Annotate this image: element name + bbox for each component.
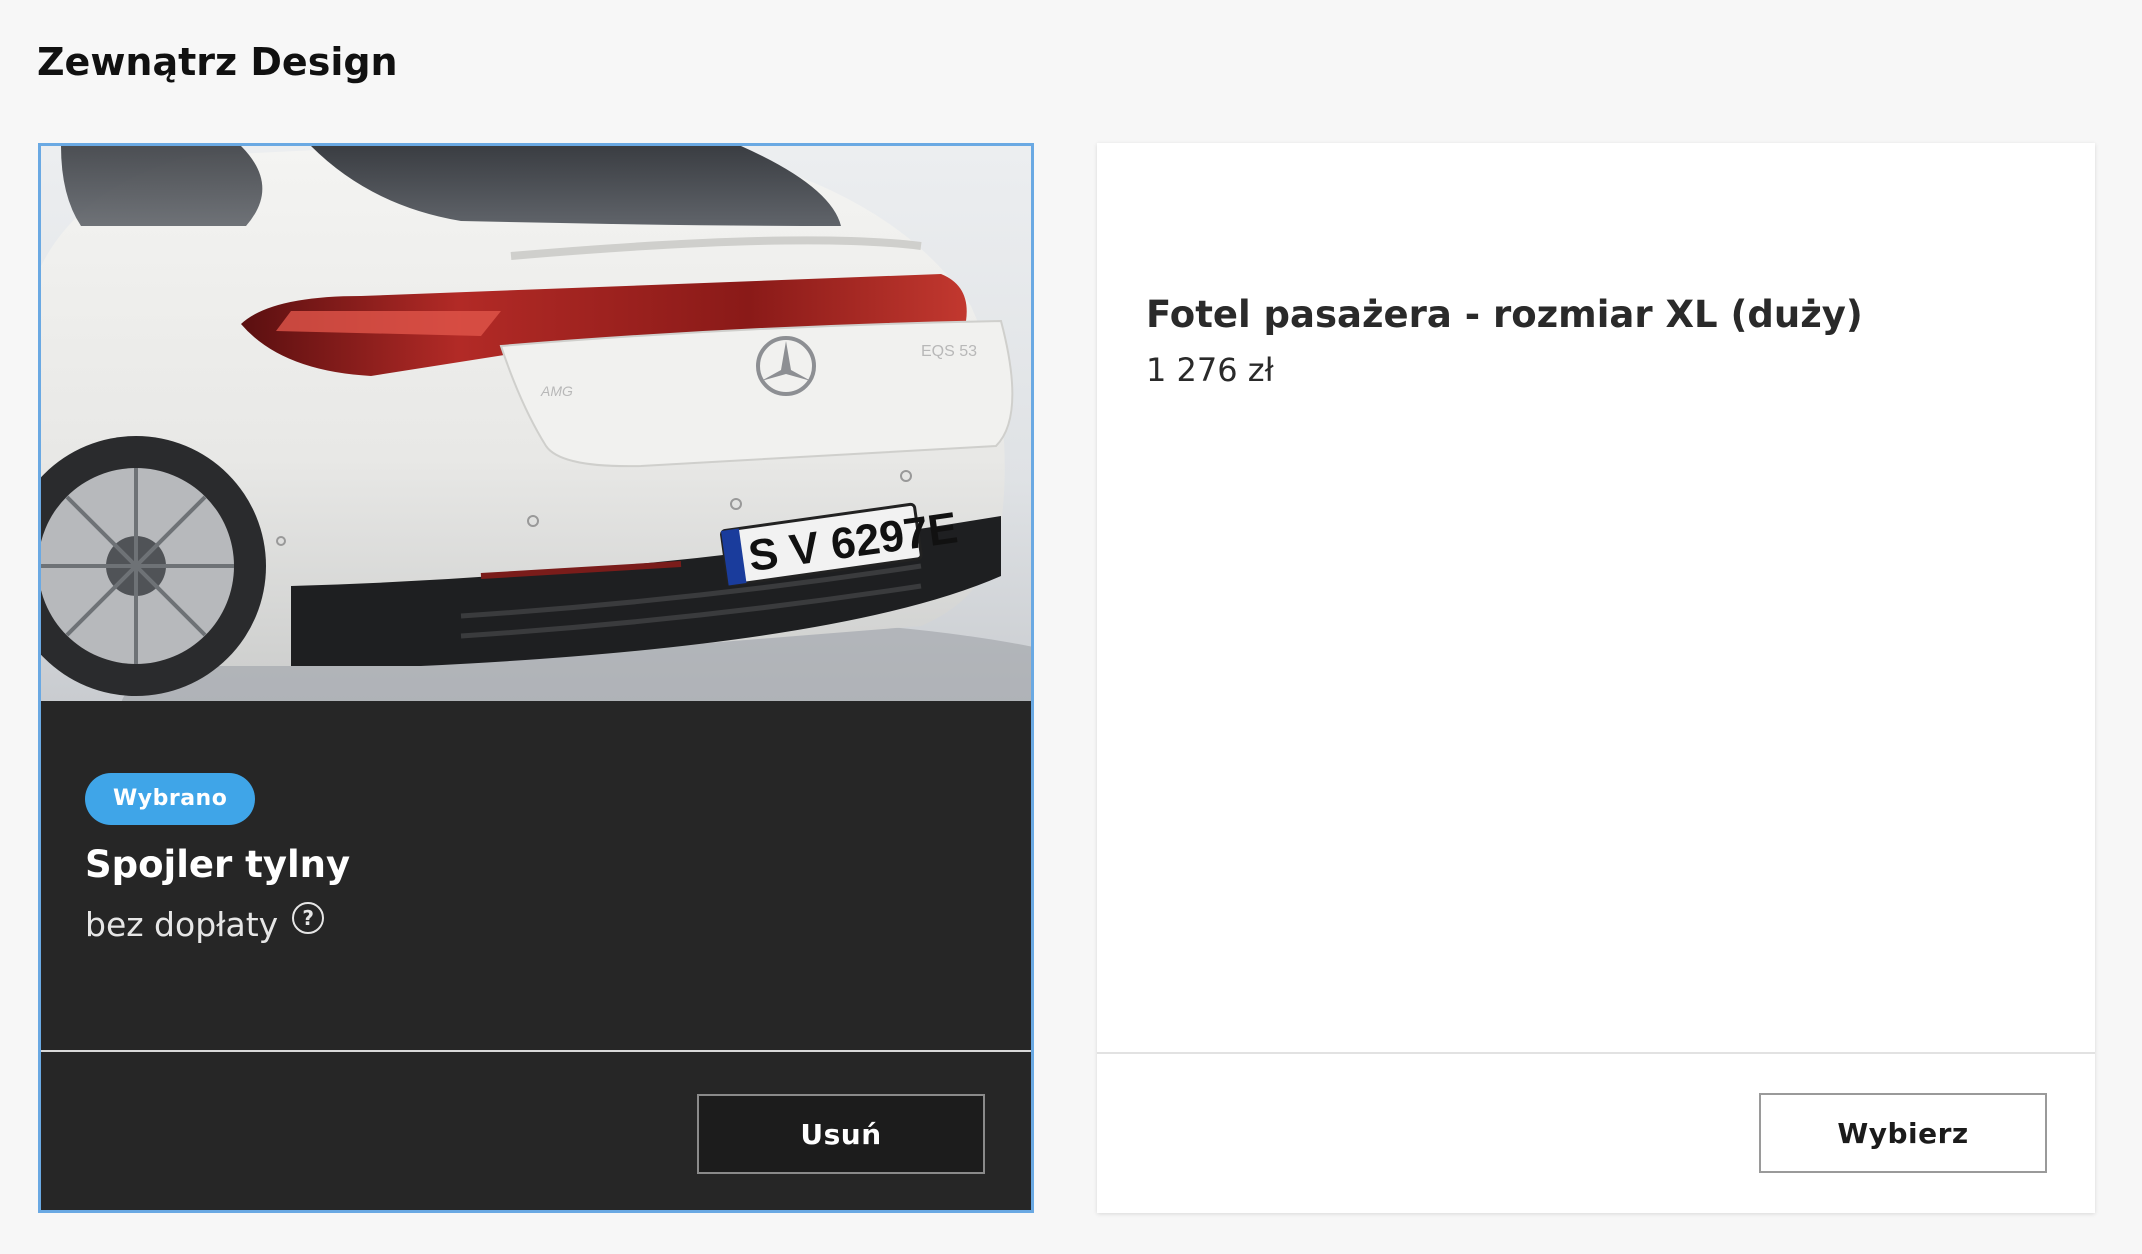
option-price: 1 276 zł xyxy=(1146,351,1274,389)
option-price-text: bez dopłaty xyxy=(85,905,279,944)
option-title: Spojler tylny xyxy=(85,843,351,886)
question-circle-icon[interactable]: ? xyxy=(292,901,325,934)
card-body: Wybrano Spojler tylny bez dopłaty ? xyxy=(41,701,1031,1050)
option-title: Fotel pasażera - rozmiar XL (duży) xyxy=(1146,293,1863,336)
card-divider xyxy=(41,1050,1031,1052)
option-card-passenger-seat-xl[interactable]: Fotel pasażera - rozmiar XL (duży) 1 276… xyxy=(1097,143,2095,1213)
select-button[interactable]: Wybierz xyxy=(1759,1093,2047,1173)
car-rear-image: EQS 53 AMG S V 6297E xyxy=(41,146,1031,701)
selected-badge: Wybrano xyxy=(85,773,256,825)
option-card-rear-spoiler[interactable]: EQS 53 AMG S V 6297E Wybrano Spojler tyl… xyxy=(38,143,1034,1213)
section-title: Zewnątrz Design xyxy=(37,40,398,84)
option-price: bez dopłaty ? xyxy=(85,901,325,944)
svg-text:AMG: AMG xyxy=(540,383,573,399)
remove-button[interactable]: Usuń xyxy=(697,1094,985,1174)
card-divider xyxy=(1097,1052,2095,1054)
svg-text:EQS 53: EQS 53 xyxy=(921,343,977,360)
